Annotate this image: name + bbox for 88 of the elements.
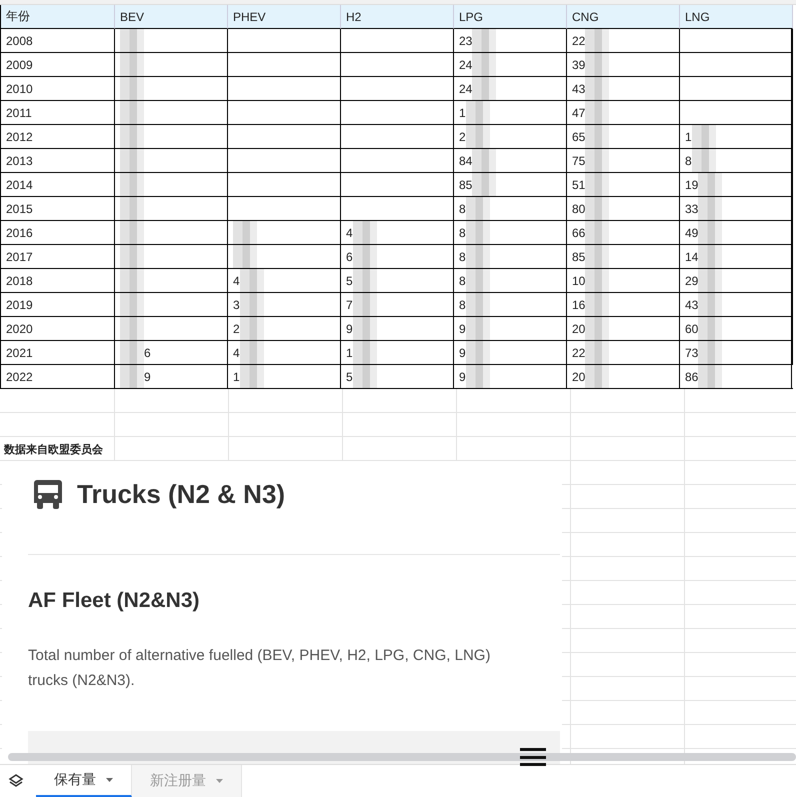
cell-value: 51 (572, 178, 586, 192)
column-header[interactable]: 年份 (6, 8, 30, 25)
cell-value: 8 (459, 274, 466, 288)
year-cell: 2010 (6, 82, 33, 96)
cell-value: 85 (459, 178, 472, 192)
year-cell: 2019 (6, 298, 33, 312)
page-title: Trucks (N2 & N3) (77, 478, 286, 510)
year-cell: 2015 (6, 202, 33, 216)
cell-value: 20 (572, 322, 586, 336)
cell-value: 20 (572, 370, 586, 384)
cell-value: 23 (459, 34, 472, 48)
cell-value: 24 (459, 82, 472, 96)
year-cell: 2018 (6, 274, 33, 288)
cell-value: 7 (346, 298, 353, 312)
cell-value: 24 (459, 58, 472, 72)
cell-value: 4 (346, 226, 353, 240)
cell-value: 43 (572, 82, 586, 96)
cell-value: 8 (459, 298, 466, 312)
cell-value: 8 (459, 202, 466, 216)
year-cell: 2022 (6, 370, 33, 384)
cell-value: 22 (572, 346, 586, 360)
cell-value: 39 (572, 58, 586, 72)
cell-value: 73 (685, 346, 698, 360)
year-cell: 2021 (6, 346, 33, 360)
year-cell: 2008 (6, 34, 33, 48)
column-header[interactable]: CNG (572, 10, 599, 24)
cell-value: 43 (685, 298, 698, 312)
cell-value: 10 (572, 274, 586, 288)
cell-value: 6 (346, 250, 353, 264)
caret-icon (106, 778, 113, 782)
year-cell: 2012 (6, 130, 33, 144)
cell-value: 29 (685, 274, 698, 288)
cell-value: 9 (346, 322, 353, 336)
cell-value: 2 (233, 322, 240, 336)
column-header[interactable]: LNG (685, 10, 710, 24)
column-header[interactable]: PHEV (233, 10, 266, 24)
cell-value: 86 (685, 370, 698, 384)
cell-value: 8 (459, 226, 466, 240)
cell-value: 3 (233, 298, 240, 312)
year-cell: 2016 (6, 226, 33, 240)
section-heading: AF Fleet (N2&N3) (28, 589, 201, 613)
year-cell: 2014 (6, 178, 33, 192)
truck-icon (33, 478, 63, 510)
cell-value: 80 (572, 202, 586, 216)
cell-value: 4 (233, 274, 240, 288)
year-cell: 2011 (6, 106, 32, 120)
cell-value: 33 (685, 202, 698, 216)
description: Total number of alternative fuelled (BEV, PHEV, H2, LPG, CNG, LNG) trucks (N2&N3). (28, 646, 492, 691)
cell-value: 19 (685, 178, 698, 192)
cell-value: 9 (459, 370, 466, 384)
cell-value: 5 (346, 370, 353, 384)
cell-value: 66 (572, 226, 586, 240)
cell-value: 5 (346, 274, 353, 288)
cell-value: 22 (572, 34, 586, 48)
cell-value: 65 (572, 130, 586, 144)
cell-value: 60 (685, 322, 698, 336)
cell-value: 9 (459, 322, 466, 336)
cell-value: 4 (233, 346, 240, 360)
cell-value: 9 (459, 346, 466, 360)
column-header[interactable]: H2 (346, 10, 362, 24)
cell-value: 1 (459, 106, 466, 120)
column-header[interactable]: LPG (459, 10, 484, 24)
caret-icon (216, 779, 223, 783)
menu-icon[interactable] (520, 748, 546, 766)
layers-icon[interactable] (8, 773, 24, 789)
cell-value: 75 (572, 154, 586, 168)
cell-value: 8 (459, 250, 466, 264)
cell-value: 85 (572, 250, 586, 264)
cell-value: 1 (233, 370, 240, 384)
cell-value: 47 (572, 106, 586, 120)
cell-value: 2 (459, 130, 466, 144)
cell-value: 14 (685, 250, 698, 264)
cell-value: 9 (144, 370, 151, 384)
source-note: 数据来自欧盟委员会 (2, 442, 103, 456)
cell-value: 84 (459, 154, 472, 168)
year-cell: 2013 (6, 154, 33, 168)
cell-value: 8 (685, 154, 692, 168)
cell-value: 49 (685, 226, 698, 240)
cell-value: 1 (346, 346, 353, 360)
column-header[interactable]: BEV (120, 10, 144, 24)
sheet-tab[interactable]: 保有量 (36, 765, 132, 797)
cell-value: 16 (572, 298, 586, 312)
year-cell: 2009 (6, 58, 33, 72)
cell-value: 1 (685, 130, 692, 144)
year-cell: 2020 (6, 322, 33, 336)
horizontal-scrollbar[interactable] (8, 753, 796, 761)
year-cell: 2017 (6, 250, 33, 264)
cell-value: 6 (144, 346, 151, 360)
